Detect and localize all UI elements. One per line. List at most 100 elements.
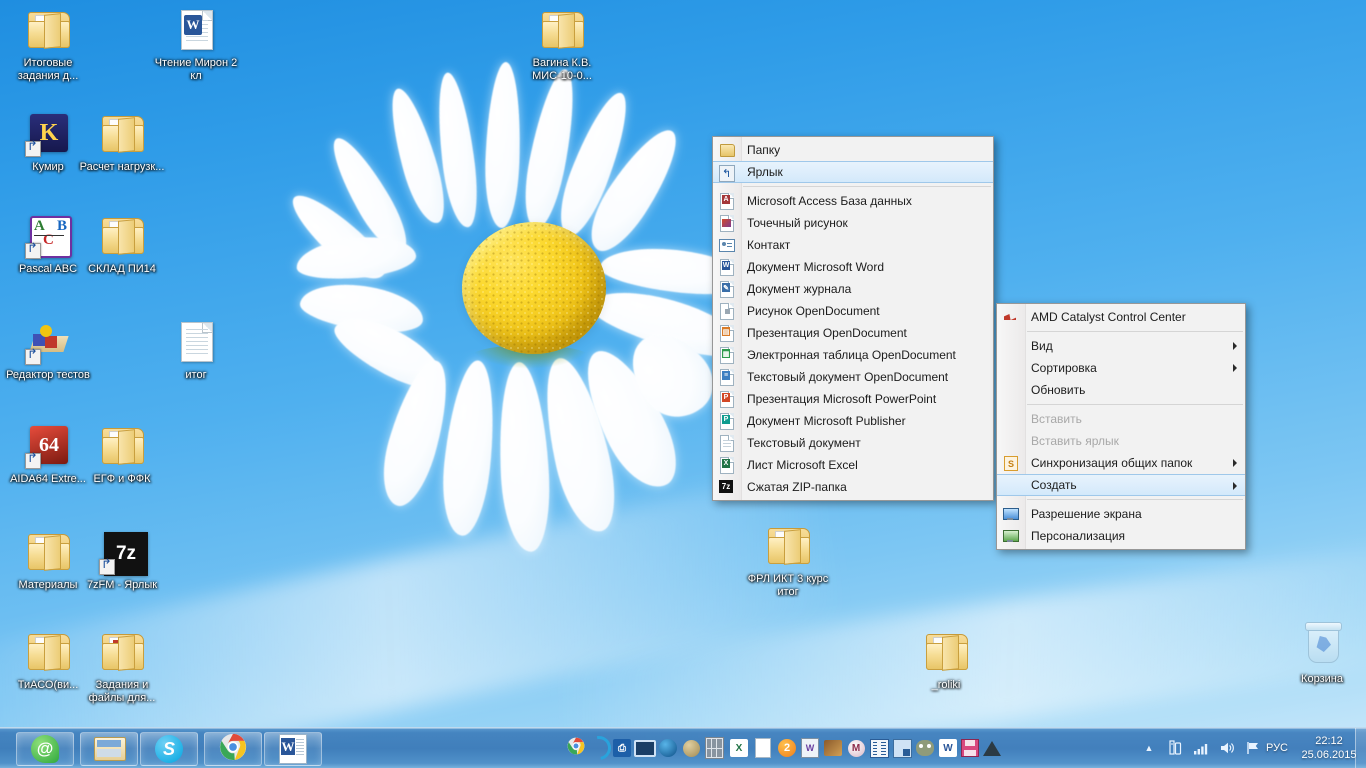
desktop-icon-glyph: 64 bbox=[24, 422, 72, 470]
menu-item-label: Текстовый документ OpenDocument bbox=[747, 370, 949, 384]
context-menu-item[interactable]: Создать bbox=[997, 474, 1245, 496]
new-submenu-item[interactable]: Контакт bbox=[713, 234, 993, 256]
desktop-icon[interactable]: _roliki bbox=[902, 628, 990, 692]
earth-icon bbox=[659, 739, 677, 757]
desktop-context-menu[interactable]: AMD Catalyst Control Center Вид Сортировка… bbox=[996, 303, 1246, 550]
desktop-icon-glyph: 7z bbox=[98, 528, 148, 576]
menu-item-label: Документ Microsoft Word bbox=[747, 260, 885, 274]
quick-launch-inkscape[interactable] bbox=[982, 738, 1002, 758]
desktop-icon-label: Задания и файлы для... bbox=[88, 679, 156, 704]
new-submenu-item[interactable]: P Документ Microsoft Publisher bbox=[713, 410, 993, 432]
show-desktop-button[interactable] bbox=[1355, 728, 1366, 768]
system-tray[interactable]: ▲ РУС 22:12 25.06.2015 bbox=[1136, 728, 1366, 768]
word-icon: W bbox=[279, 734, 307, 764]
new-submenu-item[interactable]: A Microsoft Access База данных bbox=[713, 190, 993, 212]
new-submenu-item[interactable]: Рисунок OpenDocument bbox=[713, 300, 993, 322]
quick-launch-excel[interactable]: X bbox=[729, 738, 749, 758]
no-icon bbox=[1002, 433, 1018, 449]
desktop-icon[interactable]: 7z 7zFM - Ярлык bbox=[78, 528, 166, 592]
quick-launch-mozilla[interactable]: M bbox=[846, 738, 866, 758]
desktop-root[interactable]: Итоговые задания д... W Чтение Мирон 2 кл В… bbox=[0, 0, 1366, 768]
explorer-button[interactable] bbox=[80, 732, 138, 766]
folder-icon bbox=[718, 142, 735, 158]
context-menu-item[interactable]: AMD Catalyst Control Center bbox=[997, 306, 1245, 328]
network-signal-icon[interactable] bbox=[1190, 737, 1212, 759]
quick-launch-2gis[interactable]: 2 bbox=[777, 738, 797, 758]
quick-launch-globe[interactable] bbox=[681, 738, 701, 758]
context-menu-item[interactable]: Разрешение экрана bbox=[997, 503, 1245, 525]
new-submenu-item[interactable]: W Документ Microsoft Word bbox=[713, 256, 993, 278]
quick-launch-internet-explorer[interactable] bbox=[582, 731, 616, 765]
mailru-agent-button[interactable]: @ bbox=[16, 732, 74, 766]
show-hidden-icons-button[interactable]: ▲ bbox=[1138, 737, 1160, 759]
odg-icon bbox=[718, 303, 734, 320]
ods-icon: ▦ bbox=[718, 347, 734, 364]
context-menu-item[interactable]: Персонализация bbox=[997, 525, 1245, 547]
folder-icon bbox=[102, 218, 144, 255]
quick-launch-screen-capture[interactable] bbox=[892, 738, 912, 758]
new-submenu-item[interactable]: Текстовый документ bbox=[713, 432, 993, 454]
menu-item-label: Вставить ярлык bbox=[1031, 434, 1119, 448]
desktop-icon[interactable]: Итоговые задания д... bbox=[4, 6, 92, 83]
desktop-icon[interactable]: Редактор тестов bbox=[4, 318, 92, 382]
twogis-icon: 2 bbox=[778, 739, 796, 757]
desktop-icon[interactable]: Задания и файлы для... bbox=[78, 628, 166, 705]
taskbar[interactable]: @ S W ⎙ X 2 W M W ▲ РУС 22:12 25.06.2015 bbox=[0, 727, 1366, 768]
desktop-icon-label: Корзина bbox=[1301, 673, 1343, 685]
desktop-icon[interactable]: Расчет нагрузк... bbox=[78, 110, 166, 174]
context-menu-item[interactable]: Обновить bbox=[997, 379, 1245, 401]
desktop-icon[interactable]: ФРЛ ИКТ 3 курс итог bbox=[744, 522, 832, 599]
quick-launch-notepad[interactable] bbox=[753, 738, 773, 758]
new-item-submenu[interactable]: Папку ↰ Ярлык A Microsoft Access База данных… bbox=[712, 136, 994, 501]
quick-launch-remote-desktop[interactable]: ⎙ bbox=[612, 738, 632, 758]
language-indicator[interactable]: РУС bbox=[1266, 742, 1288, 754]
gimp-icon bbox=[916, 740, 934, 756]
desktop-icon[interactable]: итог bbox=[152, 318, 240, 382]
quick-launch-book-reader[interactable] bbox=[869, 738, 889, 758]
desktop-icon-label: Редактор тестов bbox=[6, 369, 90, 381]
action-center-flag-icon[interactable] bbox=[1242, 737, 1264, 759]
new-submenu-item[interactable]: P Презентация Microsoft PowerPoint bbox=[713, 388, 993, 410]
new-submenu-item[interactable]: ▦ Электронная таблица OpenDocument bbox=[713, 344, 993, 366]
quick-launch-gimp[interactable] bbox=[915, 738, 935, 758]
context-menu-item[interactable]: Сортировка bbox=[997, 357, 1245, 379]
folder-icon bbox=[926, 634, 968, 671]
menu-item-label: Папку bbox=[747, 143, 781, 157]
new-submenu-item[interactable]: ↰ Ярлык bbox=[713, 161, 993, 183]
chrome-button[interactable] bbox=[204, 732, 262, 766]
shortcut-overlay-icon bbox=[25, 453, 41, 469]
quick-launch-google-earth[interactable] bbox=[658, 738, 678, 758]
quick-launch-display[interactable] bbox=[634, 738, 656, 758]
no-icon bbox=[1002, 411, 1018, 427]
desktop-icon[interactable]: ЕГФ и ФФК bbox=[78, 422, 166, 486]
desktop-icon[interactable]: Корзина bbox=[1278, 622, 1366, 686]
new-submenu-item[interactable]: Папку bbox=[713, 139, 993, 161]
quick-launch-save[interactable] bbox=[960, 738, 980, 758]
new-submenu-item[interactable]: Точечный рисунок bbox=[713, 212, 993, 234]
desktop-icon[interactable]: СКЛАД ПИ14 bbox=[78, 212, 166, 276]
excel-icon: X bbox=[718, 457, 734, 474]
word-button[interactable]: W bbox=[264, 732, 322, 766]
calculator-icon bbox=[704, 737, 724, 759]
flash-drive-icon[interactable] bbox=[1164, 737, 1186, 759]
quick-launch-chrome[interactable] bbox=[566, 737, 586, 758]
new-submenu-item[interactable]: X Лист Microsoft Excel bbox=[713, 454, 993, 476]
context-menu-item[interactable]: S Синхронизация общих папок bbox=[997, 452, 1245, 474]
quick-launch-sketch-app[interactable] bbox=[823, 738, 843, 758]
contact-icon bbox=[718, 237, 735, 253]
quick-launch-winrar[interactable]: W bbox=[800, 738, 820, 758]
new-submenu-item[interactable]: 7z Сжатая ZIP-папка bbox=[713, 476, 993, 498]
volume-icon[interactable] bbox=[1216, 737, 1238, 759]
rdp-icon: ⎙ bbox=[613, 739, 631, 757]
quick-launch-calculator[interactable] bbox=[704, 737, 724, 759]
new-submenu-item[interactable]: ▤ Презентация OpenDocument bbox=[713, 322, 993, 344]
skype-button[interactable]: S bbox=[140, 732, 198, 766]
context-menu-item[interactable]: Вид bbox=[997, 335, 1245, 357]
desktop-icon-glyph bbox=[172, 318, 220, 366]
new-submenu-item[interactable]: ≡ Текстовый документ OpenDocument bbox=[713, 366, 993, 388]
quick-launch-word[interactable]: W bbox=[938, 738, 958, 758]
menu-separator bbox=[1027, 331, 1243, 332]
new-submenu-item[interactable]: ✎ Документ журнала bbox=[713, 278, 993, 300]
desktop-icon[interactable]: W Чтение Мирон 2 кл bbox=[152, 6, 240, 83]
desktop-icon[interactable]: Вагина К.В. МИС-10-0... bbox=[518, 6, 606, 83]
